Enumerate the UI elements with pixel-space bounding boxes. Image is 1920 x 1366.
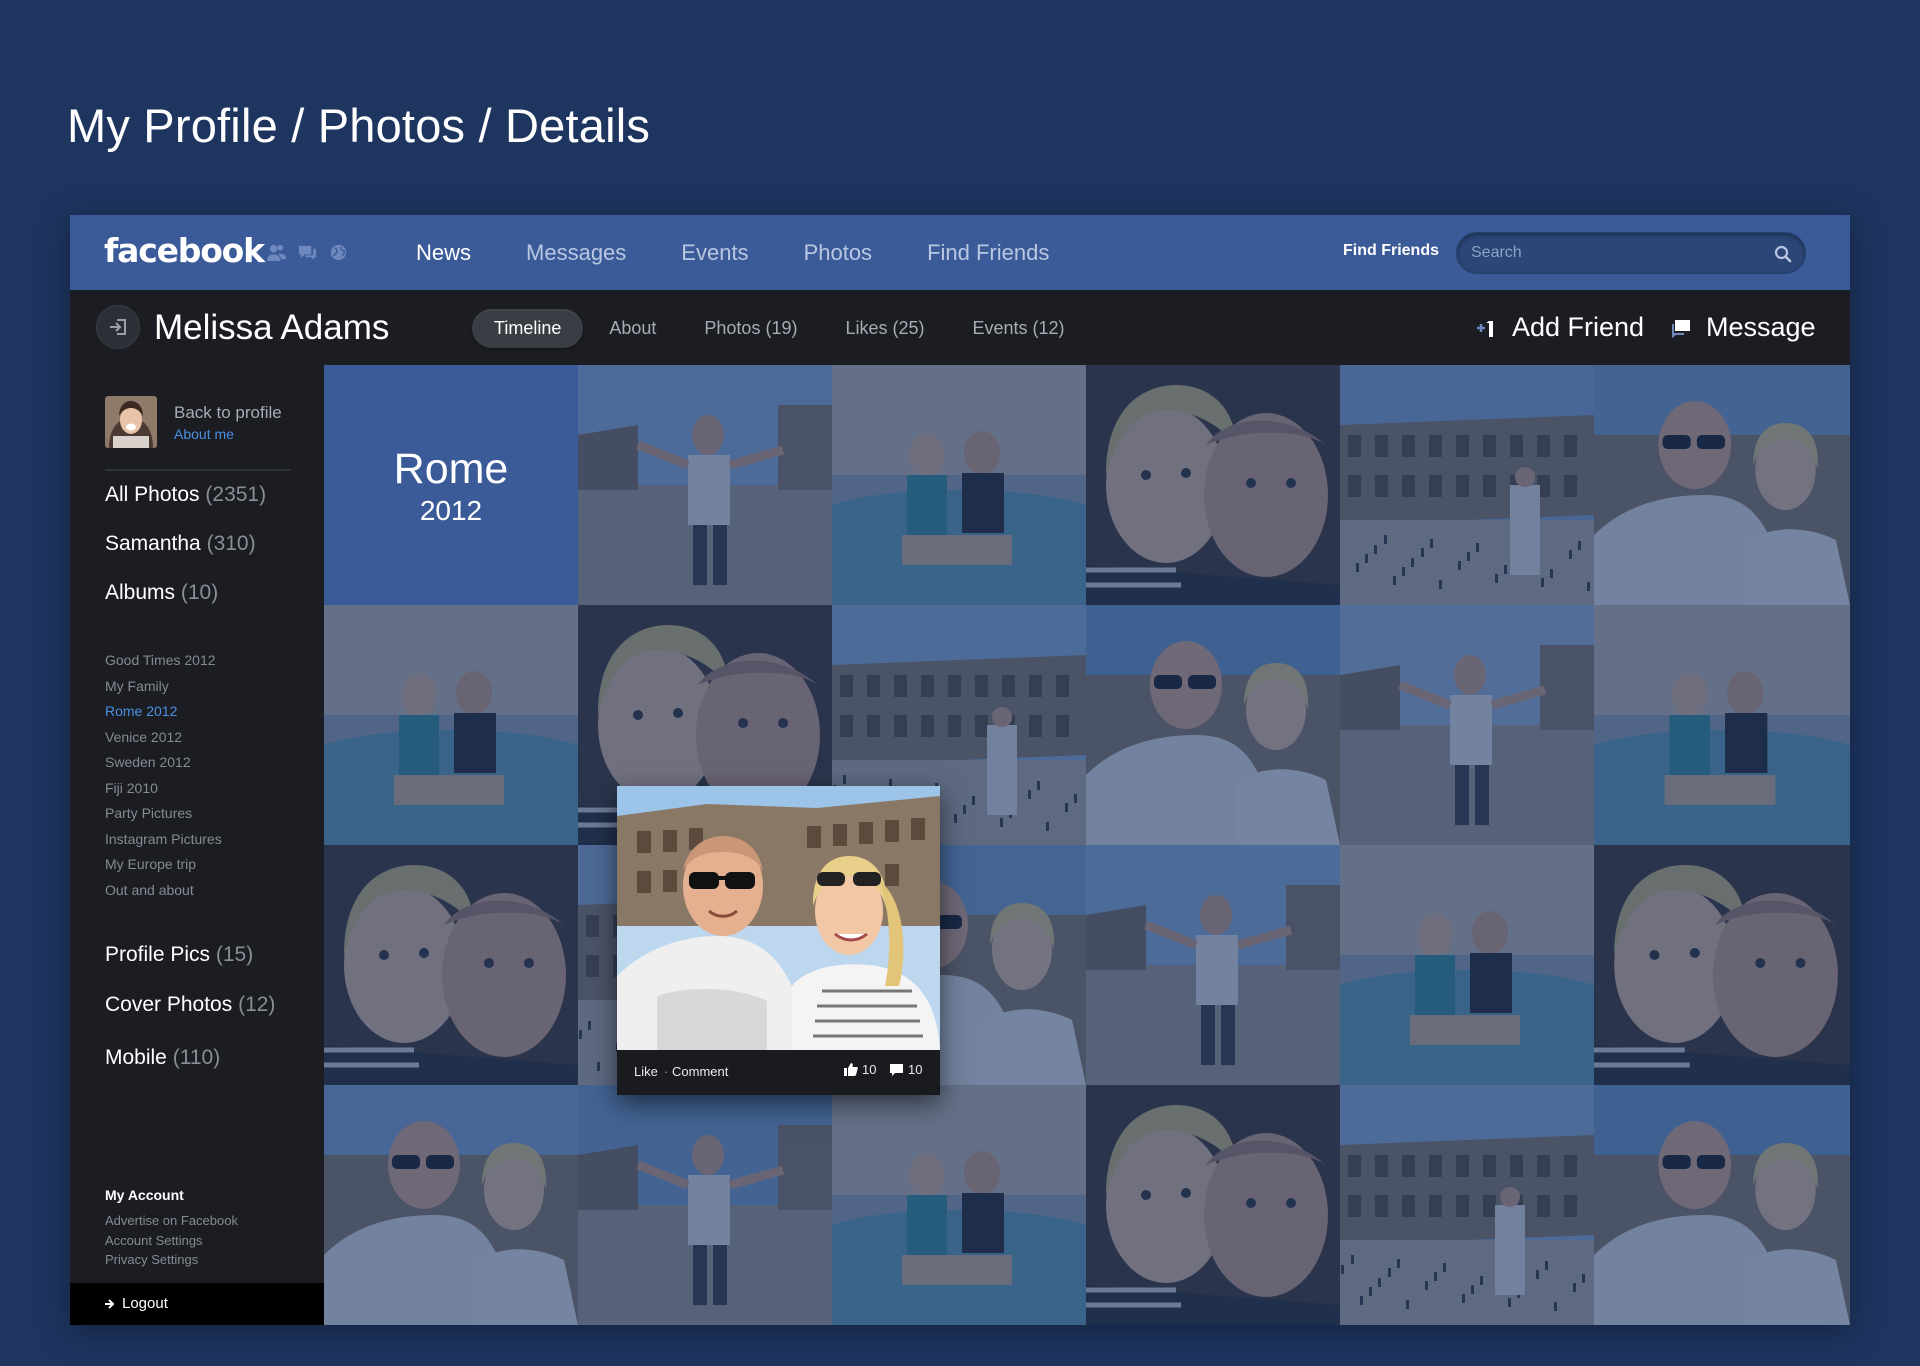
photo-thumbnail[interactable] bbox=[1086, 845, 1340, 1085]
nav-events[interactable]: Events bbox=[681, 240, 748, 266]
album-title: Rome bbox=[393, 445, 509, 493]
search-icon[interactable] bbox=[1773, 244, 1793, 264]
facebook-app-window: facebook News Messages Events Photos Fin… bbox=[70, 215, 1850, 1325]
add-friend-label: Add Friend bbox=[1512, 312, 1645, 342]
album-good-times-2012[interactable]: Good Times 2012 bbox=[105, 648, 222, 674]
sidebar-item-samantha[interactable]: Samantha (310) bbox=[105, 532, 256, 556]
avatar[interactable] bbox=[105, 396, 157, 448]
logout-arrow-icon bbox=[105, 1298, 115, 1309]
sidebar-item-profile-pics[interactable]: Profile Pics (15) bbox=[105, 943, 253, 967]
photo-thumbnail[interactable] bbox=[578, 1085, 832, 1325]
album-instagram-pictures[interactable]: Instagram Pictures bbox=[105, 827, 222, 853]
nav-find-friends[interactable]: Find Friends bbox=[927, 240, 1049, 266]
message-label: Message bbox=[1706, 312, 1816, 342]
album-my-europe-trip[interactable]: My Europe trip bbox=[105, 852, 222, 878]
action-separator: · bbox=[664, 1064, 669, 1079]
main-nav: News Messages Events Photos Find Friends bbox=[416, 215, 1104, 290]
like-link[interactable]: Like bbox=[634, 1064, 658, 1079]
album-rome-2012[interactable]: Rome 2012 bbox=[105, 699, 222, 725]
account-links: Advertise on Facebook Account Settings P… bbox=[105, 1211, 238, 1270]
add-friend-icon bbox=[1477, 320, 1493, 337]
nav-photos[interactable]: Photos bbox=[804, 240, 873, 266]
top-navigation-bar: facebook News Messages Events Photos Fin… bbox=[70, 215, 1850, 290]
friends-icon[interactable] bbox=[266, 243, 287, 262]
likes-count[interactable]: 10 bbox=[843, 1062, 876, 1077]
comment-icon bbox=[890, 1064, 903, 1076]
profile-header-bar: Melissa Adams Timeline About Photos (19)… bbox=[70, 290, 1850, 365]
photo-thumbnail[interactable] bbox=[1340, 605, 1594, 845]
photo-thumbnail[interactable] bbox=[1594, 605, 1850, 845]
account-settings-link[interactable]: Account Settings bbox=[105, 1231, 238, 1251]
photo-thumbnail[interactable] bbox=[832, 1085, 1086, 1325]
comment-link[interactable]: Comment bbox=[672, 1064, 728, 1079]
album-year: 2012 bbox=[419, 495, 483, 526]
album-venice-2012[interactable]: Venice 2012 bbox=[105, 725, 222, 751]
thumbs-up-icon bbox=[844, 1063, 858, 1076]
featured-photo-actions: Like · Comment 10 10 bbox=[617, 1050, 940, 1095]
album-title-tile: Rome 2012 bbox=[324, 365, 578, 605]
back-icon bbox=[110, 319, 126, 335]
my-account-title: My Account bbox=[105, 1187, 184, 1203]
album-party-pictures[interactable]: Party Pictures bbox=[105, 801, 222, 827]
sidebar-divider bbox=[105, 469, 291, 471]
about-me-link[interactable]: About me bbox=[174, 426, 234, 442]
message-icon bbox=[1672, 319, 1690, 338]
photo-thumbnail[interactable] bbox=[1340, 845, 1594, 1085]
photo-thumbnail[interactable] bbox=[1340, 365, 1594, 605]
back-to-profile-link[interactable]: Back to profile bbox=[174, 403, 282, 423]
photo-thumbnail[interactable] bbox=[324, 1085, 578, 1325]
tab-likes[interactable]: Likes (25) bbox=[823, 309, 946, 348]
photo-thumbnail[interactable] bbox=[1594, 1085, 1850, 1325]
facebook-logo[interactable]: facebook bbox=[104, 231, 265, 270]
album-out-and-about[interactable]: Out and about bbox=[105, 878, 222, 904]
privacy-settings-link[interactable]: Privacy Settings bbox=[105, 1250, 238, 1270]
photo-thumbnail[interactable] bbox=[1086, 605, 1340, 845]
tab-about[interactable]: About bbox=[587, 309, 678, 348]
notification-icons bbox=[266, 243, 349, 262]
search-input[interactable] bbox=[1471, 233, 1761, 273]
tab-photos[interactable]: Photos (19) bbox=[682, 309, 819, 348]
photo-thumbnail[interactable] bbox=[324, 845, 578, 1085]
sidebar-item-cover-photos[interactable]: Cover Photos (12) bbox=[105, 993, 275, 1017]
photos-sidebar: Back to profile About me All Photos (235… bbox=[70, 365, 324, 1325]
logout-bar: Logout bbox=[70, 1283, 324, 1325]
photo-thumbnail[interactable] bbox=[1594, 845, 1850, 1085]
advertise-link[interactable]: Advertise on Facebook bbox=[105, 1211, 238, 1231]
album-fiji-2010[interactable]: Fiji 2010 bbox=[105, 776, 222, 802]
profile-tabs: Timeline About Photos (19) Likes (25) Ev… bbox=[472, 309, 1091, 348]
album-my-family[interactable]: My Family bbox=[105, 674, 222, 700]
tab-timeline[interactable]: Timeline bbox=[472, 309, 584, 348]
photo-thumbnail[interactable] bbox=[1086, 365, 1340, 605]
message-button[interactable]: Message bbox=[1670, 312, 1816, 343]
logout-button[interactable]: Logout bbox=[104, 1295, 168, 1312]
photo-thumbnail[interactable] bbox=[1086, 1085, 1340, 1325]
page-heading: My Profile / Photos / Details bbox=[67, 99, 651, 152]
sidebar-item-all-photos[interactable]: All Photos (2351) bbox=[105, 483, 266, 507]
photo-thumbnail[interactable] bbox=[578, 365, 832, 605]
sidebar-item-albums[interactable]: Albums (10) bbox=[105, 581, 218, 605]
comments-count[interactable]: 10 bbox=[889, 1062, 922, 1077]
add-friend-button[interactable]: Add Friend bbox=[1476, 312, 1644, 343]
featured-photo-card[interactable]: Like · Comment 10 10 bbox=[617, 786, 940, 1095]
nav-news[interactable]: News bbox=[416, 240, 471, 266]
back-button[interactable] bbox=[96, 305, 140, 349]
featured-photo[interactable] bbox=[617, 786, 940, 1050]
photo-thumbnail[interactable] bbox=[1594, 365, 1850, 605]
album-sweden-2012[interactable]: Sweden 2012 bbox=[105, 750, 222, 776]
find-friends-link[interactable]: Find Friends bbox=[1343, 242, 1439, 260]
albums-list: Good Times 2012 My Family Rome 2012 Veni… bbox=[105, 648, 222, 903]
profile-name: Melissa Adams bbox=[154, 308, 390, 347]
nav-messages[interactable]: Messages bbox=[526, 240, 626, 266]
messages-icon[interactable] bbox=[297, 243, 318, 262]
photo-thumbnail[interactable] bbox=[1340, 1085, 1594, 1325]
tab-events[interactable]: Events (12) bbox=[951, 309, 1087, 348]
photo-grid: Rome 2012 bbox=[324, 365, 1850, 1325]
search-box bbox=[1456, 232, 1806, 274]
sidebar-item-mobile[interactable]: Mobile (110) bbox=[105, 1046, 220, 1070]
globe-icon[interactable] bbox=[328, 243, 349, 262]
photo-thumbnail[interactable] bbox=[324, 605, 578, 845]
photo-thumbnail[interactable] bbox=[832, 365, 1086, 605]
